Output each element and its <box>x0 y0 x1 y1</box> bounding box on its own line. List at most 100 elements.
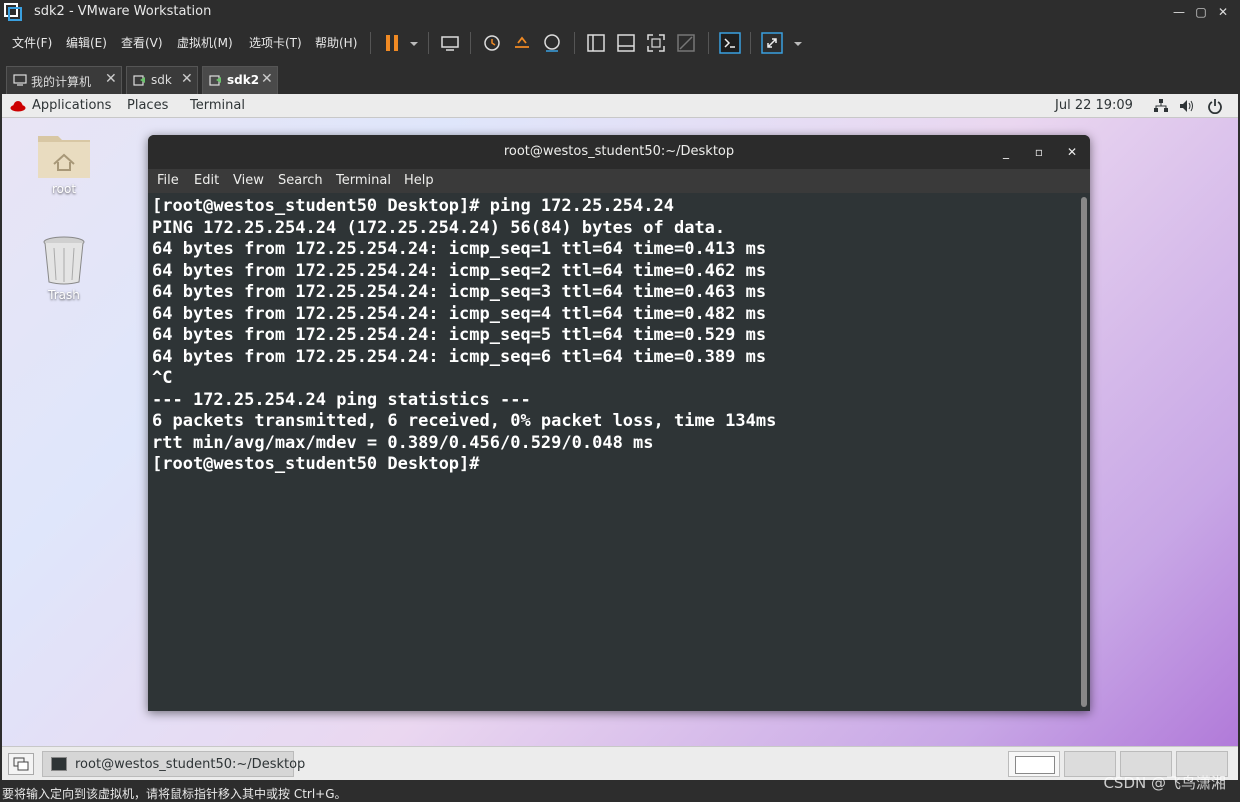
taskbar-terminal-label: root@westos_student50:~/Desktop <box>75 757 306 772</box>
places-menu[interactable]: Places <box>127 98 168 113</box>
computer-icon <box>13 74 27 86</box>
toolbar-separator <box>750 32 751 54</box>
terminal-titlebar[interactable]: root@westos_student50:~/Desktop <box>148 135 1090 169</box>
terminal-menu-search[interactable]: Search <box>278 173 323 188</box>
snapshot-manager-icon[interactable] <box>540 31 564 55</box>
trash-icon <box>43 236 85 285</box>
terminal-line: 64 bytes from 172.25.254.24: icmp_seq=6 … <box>152 346 767 367</box>
terminal-line: 64 bytes from 172.25.254.24: icmp_seq=4 … <box>152 303 767 324</box>
status-message: 要将输入定向到该虚拟机，请将鼠标指针移入其中或按 Ctrl+G。 <box>2 787 347 801</box>
toolbar-separator <box>708 32 709 54</box>
terminal-scrollbar[interactable] <box>1081 197 1087 707</box>
guest-taskbar: root@westos_student50:~/Desktop <box>2 746 1238 780</box>
taskbar-terminal-button[interactable]: root@westos_student50:~/Desktop <box>42 751 305 777</box>
terminal-window[interactable]: root@westos_student50:~/Desktop _ ▫ ✕ Fi… <box>148 135 1090 711</box>
thumbnail-bar-icon[interactable] <box>614 31 638 55</box>
stretch-guest-icon[interactable] <box>760 31 784 55</box>
terminal-line: [root@westos_student50 Desktop]# <box>152 454 490 474</box>
terminal-menu-help[interactable]: Help <box>404 173 434 188</box>
vmware-titlebar: sdk2 - VMware Workstation — ▢ ✕ <box>0 0 1240 24</box>
guest-desktop[interactable]: Applications Places Terminal Jul 22 19:0… <box>2 94 1238 746</box>
terminal-line: 64 bytes from 172.25.254.24: icmp_seq=5 … <box>152 325 767 345</box>
menu-file[interactable]: 文件(F) <box>12 34 52 51</box>
menu-edit[interactable]: 编辑(E) <box>66 34 107 51</box>
watermark: CSDN @飞鸟潇湘 <box>1103 774 1226 792</box>
console-view-icon[interactable] <box>718 31 742 55</box>
desktop-icon-root[interactable]: root <box>24 128 104 196</box>
tab-label: sdk <box>151 73 172 87</box>
vmware-logo-icon <box>4 3 22 21</box>
full-screen-icon[interactable] <box>644 31 668 55</box>
terminal-line: --- 172.25.254.24 ping statistics --- <box>152 389 531 410</box>
snapshot-icon[interactable] <box>480 31 504 55</box>
terminal-line: [root@westos_student50 Desktop]# ping 17… <box>152 196 674 216</box>
terminal-line: 6 packets transmitted, 6 received, 0% pa… <box>152 411 777 431</box>
power-icon[interactable] <box>1207 98 1223 114</box>
terminal-icon <box>51 757 67 771</box>
terminal-app-menu[interactable]: Terminal <box>190 98 245 113</box>
terminal-menu-edit[interactable]: Edit <box>194 173 219 188</box>
chevron-down-icon[interactable] <box>786 31 802 55</box>
close-icon[interactable]: ✕ <box>1212 2 1234 22</box>
close-icon[interactable]: ✕ <box>105 71 117 87</box>
sidebar-toggle-icon[interactable] <box>584 31 608 55</box>
chevron-down-icon[interactable] <box>402 31 418 55</box>
tab-sdk[interactable]: sdk ✕ <box>126 66 198 94</box>
workspace-1[interactable] <box>1008 751 1060 777</box>
terminal-line: PING 172.25.254.24 (172.25.254.24) 56(84… <box>152 217 726 238</box>
window-title: sdk2 - VMware Workstation <box>34 4 212 19</box>
menu-help[interactable]: 帮助(H) <box>315 34 357 51</box>
minimize-icon[interactable]: — <box>1168 2 1190 22</box>
desktop-icon-label: Trash <box>48 288 80 302</box>
menu-tabs[interactable]: 选项卡(T) <box>249 34 302 51</box>
vm-icon <box>209 75 221 86</box>
desktop-icon-trash[interactable]: Trash <box>24 234 104 302</box>
terminal-menubar: File Edit View Search Terminal Help <box>148 169 1090 193</box>
terminal-title: root@westos_student50:~/Desktop <box>503 144 735 159</box>
terminal-menu-file[interactable]: File <box>157 173 179 188</box>
terminal-line: 64 bytes from 172.25.254.24: icmp_seq=1 … <box>152 239 767 259</box>
vm-icon <box>133 75 145 86</box>
vmware-status-bar: 要将输入定向到该虚拟机，请将鼠标指针移入其中或按 Ctrl+G。 CSDN @飞… <box>0 774 1240 802</box>
terminal-line: 64 bytes from 172.25.254.24: icmp_seq=2 … <box>152 260 767 281</box>
maximize-icon[interactable]: ▢ <box>1190 2 1212 22</box>
volume-icon[interactable] <box>1179 99 1195 113</box>
toolbar-separator <box>574 32 575 54</box>
close-icon[interactable]: ✕ <box>1062 142 1082 162</box>
terminal-line: ^C <box>152 368 173 388</box>
toolbar-separator <box>470 32 471 54</box>
revert-snapshot-icon[interactable] <box>510 31 534 55</box>
redhat-icon <box>10 101 26 112</box>
vmware-window: sdk2 - VMware Workstation — ▢ ✕ 文件(F) 编辑… <box>0 0 1240 802</box>
tab-label: 我的计算机 <box>31 75 92 89</box>
show-desktop-button[interactable] <box>8 753 34 775</box>
applications-menu[interactable]: Applications <box>32 98 111 113</box>
desktop-icon-label: root <box>51 182 77 196</box>
toolbar-separator <box>428 32 429 54</box>
toolbar-separator <box>370 32 371 54</box>
terminal-line: rtt min/avg/max/mdev = 0.389/0.456/0.529… <box>152 432 654 453</box>
close-icon[interactable]: ✕ <box>181 71 193 87</box>
tab-label: sdk2 <box>227 73 260 87</box>
maximize-icon[interactable]: ▫ <box>1029 142 1049 162</box>
clock[interactable]: Jul 22 19:09 <box>1055 98 1133 113</box>
menu-view[interactable]: 查看(V) <box>121 34 163 51</box>
unity-mode-icon[interactable] <box>674 31 698 55</box>
terminal-output[interactable]: [root@westos_student50 Desktop]# ping 17… <box>148 193 1078 711</box>
terminal-line: 64 bytes from 172.25.254.24: icmp_seq=3 … <box>152 282 767 302</box>
vm-tab-strip: 我的计算机 ✕ sdk ✕ sdk2 ✕ <box>0 62 1240 94</box>
home-folder-icon <box>38 136 90 178</box>
tab-my-computer[interactable]: 我的计算机 ✕ <box>6 66 122 94</box>
terminal-menu-terminal[interactable]: Terminal <box>336 173 391 188</box>
menu-vm[interactable]: 虚拟机(M) <box>177 34 233 51</box>
terminal-menu-view[interactable]: View <box>233 173 264 188</box>
close-icon[interactable]: ✕ <box>261 71 273 87</box>
network-icon[interactable] <box>1153 99 1169 113</box>
send-keys-icon[interactable] <box>438 31 462 55</box>
vmware-menubar: 文件(F) 编辑(E) 查看(V) 虚拟机(M) 选项卡(T) 帮助(H) <box>0 24 1240 60</box>
gnome-top-bar: Applications Places Terminal Jul 22 19:0… <box>2 94 1238 118</box>
minimize-icon[interactable]: _ <box>996 142 1016 162</box>
pause-icon[interactable] <box>380 31 404 55</box>
tab-sdk2[interactable]: sdk2 ✕ <box>202 66 278 94</box>
show-desktop-icon <box>13 757 29 771</box>
